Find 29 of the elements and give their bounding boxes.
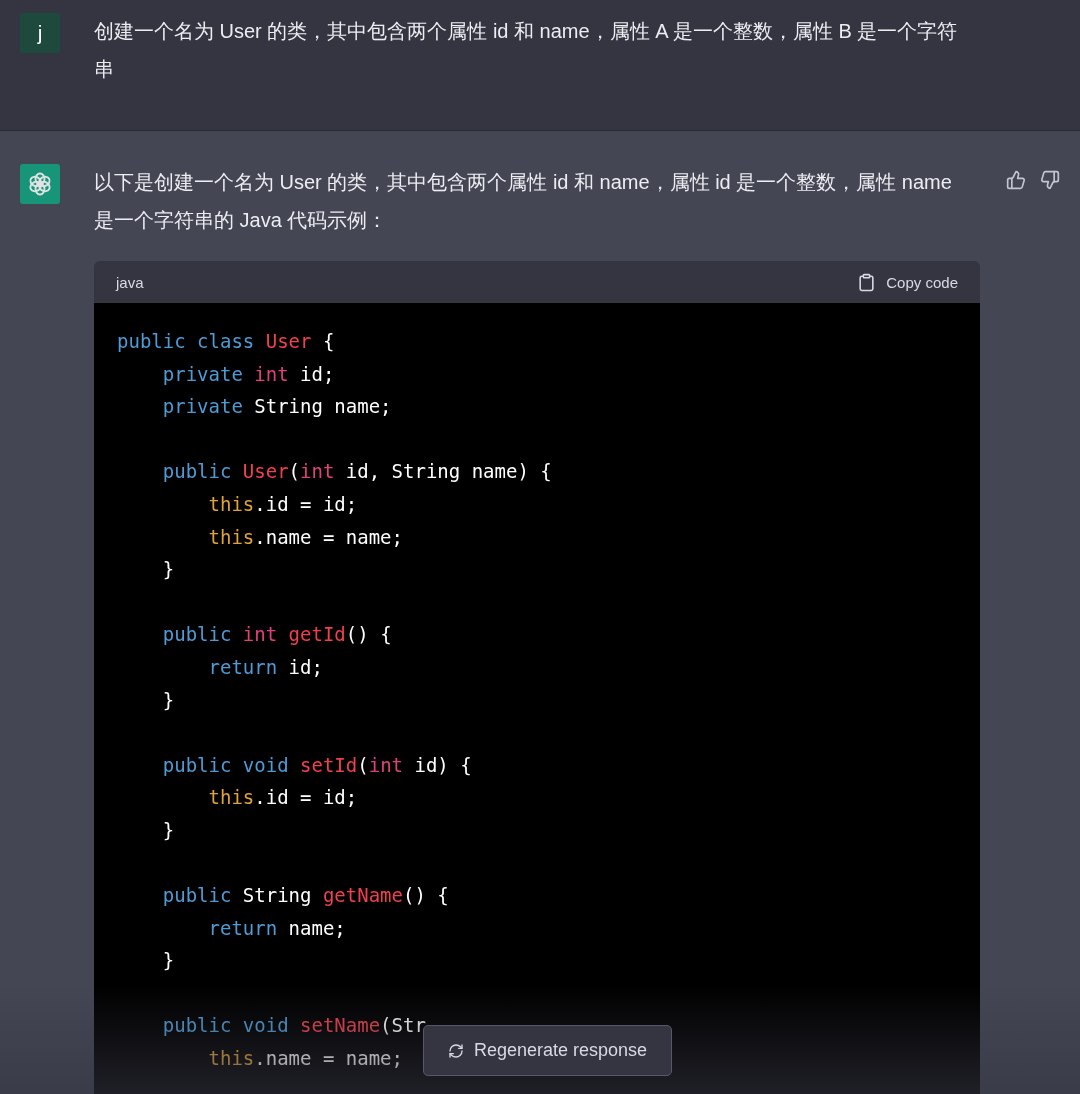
- message-text: 以下是创建一个名为 User 的类，其中包含两个属性 id 和 name，属性 id 是一个整数，属性 name 是一个字符串的 Java 代码示例：: [94, 170, 953, 233]
- code-line: this.id = id;: [207, 491, 358, 517]
- code-line: return id;: [207, 654, 323, 680]
- code-line: }: [161, 817, 175, 843]
- code-line: private int id;: [161, 361, 335, 387]
- code-line: this.name = name;: [207, 1046, 403, 1072]
- code-line: public void setId(int id) {: [161, 752, 472, 778]
- knot-logo-icon: [27, 171, 53, 197]
- code-line: public int getId() {: [161, 622, 392, 648]
- thumbs-up-icon[interactable]: [1006, 170, 1026, 190]
- code-line: this.name = name;: [207, 524, 403, 550]
- code-line: public String getName() {: [161, 883, 449, 909]
- code-line: private String name;: [161, 394, 392, 420]
- code-line: public class User {: [117, 329, 335, 354]
- refresh-icon: [447, 1042, 464, 1059]
- code-line: }: [161, 948, 175, 974]
- code-line: }: [161, 557, 175, 583]
- copy-code-button[interactable]: Copy code: [857, 272, 958, 292]
- code-language: java: [116, 273, 144, 291]
- clipboard-icon: [857, 272, 877, 292]
- code-line: }: [161, 687, 175, 713]
- code-line: public User(int id, String name) {: [161, 459, 552, 485]
- code-line: return name;: [207, 915, 346, 941]
- code-line: this.id = id;: [207, 785, 358, 811]
- thumbs-down-icon[interactable]: [1040, 170, 1060, 190]
- code-line: public void setName(Str: [161, 1013, 426, 1039]
- user-avatar: j: [20, 13, 60, 53]
- regenerate-button[interactable]: Regenerate response: [423, 1025, 672, 1076]
- message-text: 创建一个名为 User 的类，其中包含两个属性 id 和 name，属性 A 是一个整数，属性 B 是一个字符串: [94, 19, 959, 82]
